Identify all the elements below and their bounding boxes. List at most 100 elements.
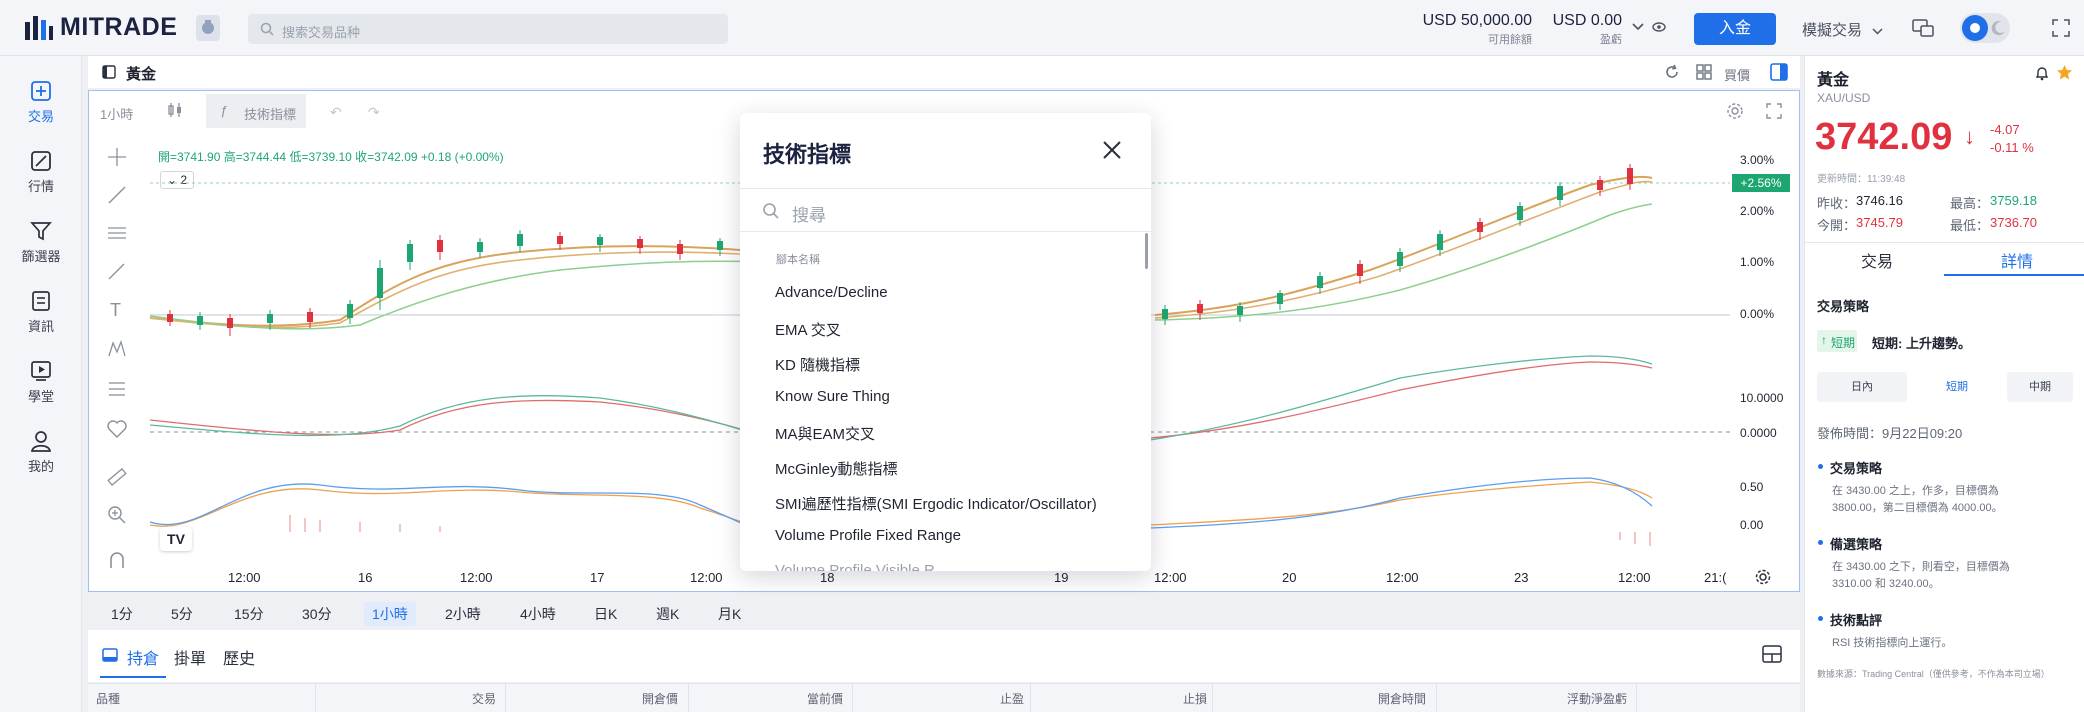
theme-toggle[interactable] <box>1960 13 2010 43</box>
term-badge-label: 短期 <box>1831 336 1856 350</box>
horizontal-lines-icon[interactable] <box>106 222 128 244</box>
undo-icon[interactable]: ↶ <box>330 104 342 121</box>
timeframe-option[interactable]: 週K <box>656 604 679 624</box>
indicator-item[interactable]: McGinley動態指標 <box>775 458 898 479</box>
trendline-icon[interactable] <box>106 184 128 206</box>
news-icon <box>32 291 50 311</box>
search-placeholder: 搜索交易品种 <box>282 25 361 40</box>
column-header: 開倉時間 <box>1378 692 1427 706</box>
indicator-item[interactable]: Know Sure Thing <box>775 388 890 405</box>
dialog-scrollbar[interactable] <box>1145 233 1148 269</box>
indicator-item[interactable]: SMI遍歷性指標(SMI Ergodic Indicator/Oscillato… <box>775 493 1097 514</box>
ruler-icon[interactable] <box>106 466 128 488</box>
timeframe-option[interactable]: 30分 <box>302 604 332 624</box>
interval-selector[interactable]: 1小時 <box>100 104 133 123</box>
indicator-search-input[interactable]: 搜尋 <box>740 188 1151 232</box>
timeframe-option[interactable]: 月K <box>718 604 741 624</box>
nav-item-market[interactable]: 行情 <box>0 150 82 195</box>
period-option[interactable]: 日內 <box>1817 372 1907 402</box>
close-icon[interactable] <box>1102 140 1122 160</box>
account-mode-dropdown[interactable]: 模擬交易 <box>1802 19 1883 40</box>
nav-item-news[interactable]: 資訊 <box>0 290 82 335</box>
chart-fullscreen-icon[interactable] <box>1766 103 1782 119</box>
nav-label: 學堂 <box>27 389 54 404</box>
star-icon[interactable] <box>2056 64 2073 81</box>
nav-item-filter[interactable]: 篩選器 <box>0 220 82 265</box>
chart-settings-icon[interactable] <box>1726 102 1744 120</box>
layout-icon[interactable] <box>1762 645 1782 663</box>
indicator-item[interactable]: MA與EAM交叉 <box>775 423 875 444</box>
eye-icon[interactable] <box>1652 21 1666 33</box>
nav-item-profile[interactable]: 我的 <box>0 430 82 475</box>
section-title: 技術點評 <box>1830 613 1883 628</box>
multi-window-icon[interactable] <box>1912 19 1934 37</box>
tab-history[interactable]: 歷史 <box>223 645 255 669</box>
time-axis-tick: 12:00 <box>1386 570 1419 585</box>
timeframe-option[interactable]: 日K <box>594 604 617 624</box>
grid-layout-icon[interactable] <box>1696 64 1712 80</box>
time-axis-tick: 12:00 <box>1618 570 1651 585</box>
chevron-down-icon <box>1872 28 1883 35</box>
indicator-item[interactable]: KD 隨機指標 <box>775 354 860 375</box>
nav-label: 資訊 <box>27 319 54 334</box>
column-divider <box>1636 683 1637 712</box>
search-icon <box>260 22 274 36</box>
region-flag-icon[interactable] <box>196 15 220 41</box>
available-funds-label: 可用餘額 <box>1488 34 1532 46</box>
axis-settings-gear-icon[interactable] <box>1754 568 1772 586</box>
favorite-heart-icon[interactable] <box>106 418 128 440</box>
osc-axis-tick: 0.00 <box>1740 518 1764 532</box>
timeframe-option[interactable]: 5分 <box>171 604 193 624</box>
side-panel-icon[interactable] <box>1770 63 1788 81</box>
open-value: 3745.79 <box>1856 215 1903 230</box>
column-divider <box>1436 683 1437 712</box>
brush-icon[interactable] <box>106 260 128 282</box>
bell-icon[interactable] <box>2034 65 2050 81</box>
nav-label: 我的 <box>27 459 54 474</box>
timeframe-option[interactable]: 4小時 <box>520 604 556 624</box>
brand-name[interactable]: MITRADE <box>60 13 177 42</box>
sun-icon <box>1962 15 1988 41</box>
timeframe-option[interactable]: 15分 <box>234 604 264 624</box>
candle-type-icon[interactable] <box>166 101 184 119</box>
timeframe-option-active[interactable]: 1小時 <box>364 602 416 626</box>
redo-icon[interactable]: ↷ <box>368 104 380 121</box>
deposit-button[interactable]: 入金 <box>1694 13 1776 45</box>
indicator-item[interactable]: EMA 交叉 <box>775 319 841 340</box>
symbol-search[interactable]: 搜索交易品种 <box>248 14 728 44</box>
crosshair-icon[interactable] <box>106 146 128 168</box>
chevron-down-icon[interactable] <box>1632 23 1644 31</box>
macd-axis-tick: 10.0000 <box>1740 391 1784 405</box>
text-tool-icon[interactable]: T <box>110 300 121 321</box>
osc-axis-tick: 0.50 <box>1740 480 1764 494</box>
timeframe-option[interactable]: 2小時 <box>445 604 481 624</box>
indicators-button[interactable]: ƒ 技術指標 <box>206 94 306 128</box>
brand-logo-icon[interactable] <box>24 14 54 42</box>
indicator-item-partial[interactable]: Volume Profile Visible R... <box>775 562 947 571</box>
indicator-item[interactable]: Advance/Decline <box>775 284 888 301</box>
nav-label: 篩選器 <box>21 249 61 264</box>
time-axis-tick: 21:( <box>1704 570 1727 585</box>
refresh-icon[interactable] <box>1664 64 1680 80</box>
tab-orders[interactable]: 掛單 <box>174 645 206 669</box>
zoom-in-icon[interactable] <box>106 504 128 526</box>
fib-icon[interactable] <box>106 378 128 400</box>
price-axis-tick: 1.00% <box>1740 255 1775 269</box>
bullet-dot <box>1818 464 1823 469</box>
indicator-item[interactable]: Volume Profile Fixed Range <box>775 527 961 544</box>
nav-item-academy[interactable]: 學堂 <box>0 360 82 405</box>
magnet-icon[interactable] <box>106 550 128 572</box>
period-option-active[interactable]: 短期 <box>1912 372 2002 402</box>
price-type-label[interactable]: 買價 <box>1724 65 1750 84</box>
academy-icon <box>31 361 51 381</box>
tab-positions[interactable]: 持倉 <box>127 645 159 669</box>
nav-item-trade[interactable]: 交易 <box>0 80 82 125</box>
panel-toggle-icon[interactable] <box>102 65 116 79</box>
search-icon <box>763 203 779 219</box>
timeframe-option[interactable]: 1分 <box>111 604 133 624</box>
tab-trade[interactable]: 交易 <box>1861 248 1893 272</box>
period-option[interactable]: 中期 <box>2007 372 2073 402</box>
pattern-icon[interactable] <box>106 338 128 360</box>
tab-detail[interactable]: 詳情 <box>2001 248 2033 272</box>
fullscreen-icon[interactable] <box>2052 19 2070 37</box>
